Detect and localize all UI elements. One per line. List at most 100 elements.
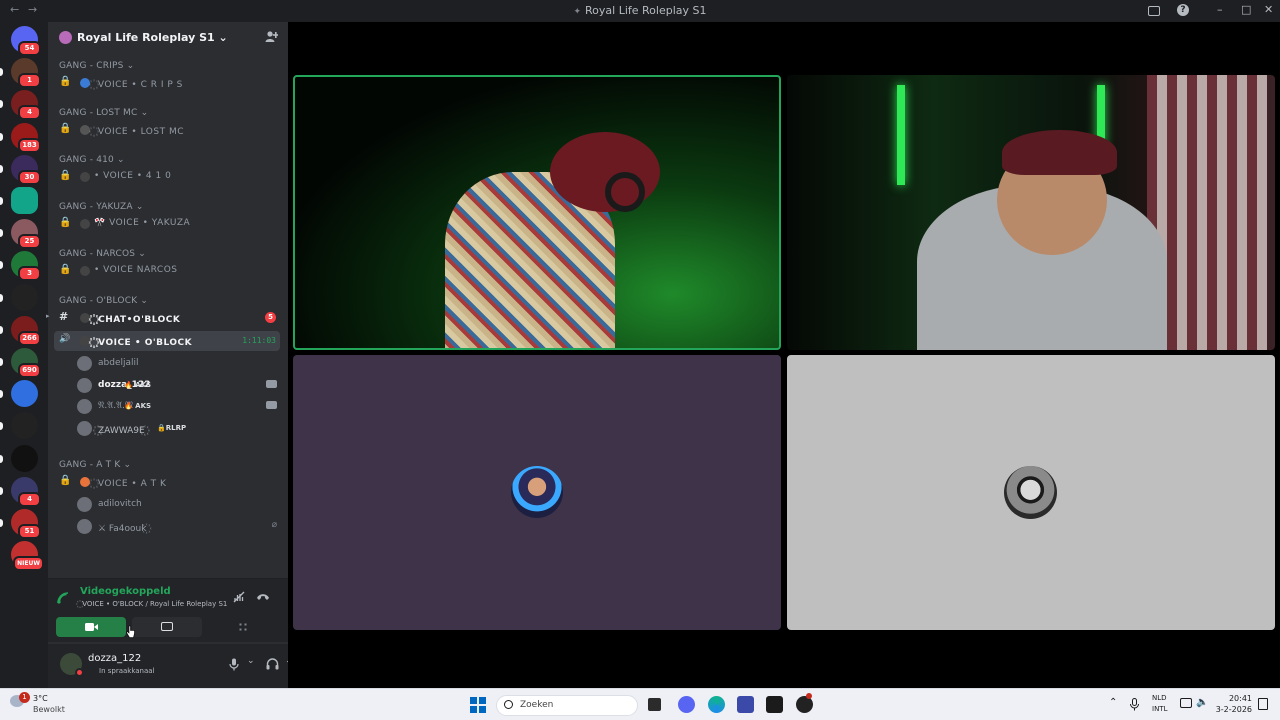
- minimize-button[interactable]: –: [1217, 3, 1223, 16]
- headphones-icon[interactable]: [266, 658, 279, 670]
- voice-member[interactable]: 𝔑.𝔄.𝔄.𝔐 🔥 AKS: [77, 397, 277, 417]
- voice-channel[interactable]: 🔊꙰ VOICE • O'BLOCK 1:11:03: [54, 331, 280, 351]
- network-icon[interactable]: [1180, 698, 1192, 708]
- server-header[interactable]: Royal Life Roleplay S1 ⌄: [48, 22, 288, 54]
- voice-member[interactable]: ꙰ZAWWA9E꙰ 🔒RLRP: [77, 419, 277, 439]
- chevron-down-icon[interactable]: ⌄: [247, 656, 255, 666]
- server-icon-16[interactable]: NIEUW: [11, 541, 44, 572]
- language-top[interactable]: NLD: [1152, 694, 1167, 702]
- participant-tile-3[interactable]: [293, 355, 781, 630]
- server-icon-15[interactable]: 51: [0, 509, 41, 539]
- voice-member[interactable]: dozza_122 🔥 AKS: [77, 376, 277, 396]
- voice-channel[interactable]: 🔒 🎌 VOICE • YAKUZA: [54, 214, 280, 234]
- server-icon-7[interactable]: 3: [0, 251, 41, 282]
- microphone-icon[interactable]: [1130, 698, 1139, 711]
- video-tile-2[interactable]: [787, 75, 1275, 350]
- category-header[interactable]: GANG - NARCOS ⌄: [59, 249, 146, 259]
- category-header[interactable]: GANG - A T K ⌄: [59, 460, 131, 470]
- microphone-icon[interactable]: [229, 658, 239, 671]
- help-icon[interactable]: ?: [1177, 4, 1189, 16]
- voice-member[interactable]: abdeljalil: [77, 354, 277, 374]
- connection-signal-icon[interactable]: [56, 591, 70, 605]
- voice-channel[interactable]: 🔒꙰ VOICE • C R I P S: [54, 73, 280, 93]
- category-header[interactable]: GANG - O'BLOCK ⌄: [59, 296, 148, 306]
- voice-status-title[interactable]: Videogekoppeld: [80, 586, 171, 597]
- video-tile-1[interactable]: [293, 75, 781, 350]
- steam-icon[interactable]: [766, 696, 783, 713]
- unread-pill: [0, 197, 3, 205]
- server-icon-4[interactable]: 30: [0, 154, 41, 185]
- app-icon[interactable]: [737, 696, 754, 713]
- video-camera-icon: [266, 401, 277, 409]
- channel-emoji-icon: [80, 477, 90, 487]
- add-member-icon[interactable]: [265, 30, 278, 43]
- voice-member[interactable]: adilovitch: [77, 495, 277, 515]
- category-header[interactable]: GANG - CRIPS ⌄: [59, 61, 134, 71]
- voice-channel[interactable]: 🔒꙰ VOICE • A T K: [54, 472, 280, 492]
- notification-dot: [806, 693, 812, 699]
- task-view-icon[interactable]: [648, 698, 661, 711]
- server-icon-8[interactable]: [0, 283, 38, 311]
- disconnect-icon[interactable]: [256, 591, 270, 603]
- voice-member[interactable]: ⚔ Fa4oouk꙰ ⌀: [77, 517, 277, 537]
- server-icon-5[interactable]: [0, 187, 38, 214]
- voice-status-subtitle[interactable]: ꙰ VOICE • O'BLOCK / Royal Life Roleplay …: [80, 600, 227, 609]
- participant-tile-4[interactable]: [787, 355, 1275, 630]
- noise-suppression-icon[interactable]: [232, 590, 246, 604]
- edge-icon[interactable]: [708, 696, 725, 713]
- screen-share-button[interactable]: [132, 617, 202, 637]
- lock-icon: 🔒: [59, 217, 72, 228]
- server-icon-6[interactable]: 25: [0, 219, 41, 250]
- home-icon[interactable]: 54: [11, 26, 41, 56]
- language-bottom[interactable]: INTL: [1152, 705, 1167, 713]
- category-header[interactable]: GANG - 410 ⌄: [59, 155, 125, 165]
- mention-badge: NIEUW: [13, 556, 44, 572]
- channel-sidebar: Royal Life Roleplay S1 ⌄ GANG - CRIPS ⌄ 🔒…: [46, 22, 317, 688]
- server-icon-3[interactable]: 183: [0, 122, 41, 153]
- unread-pill: [0, 261, 3, 270]
- server-icon-11[interactable]: [0, 380, 38, 408]
- server-icon-1[interactable]: 1: [0, 58, 41, 89]
- server-icon-10[interactable]: 690: [0, 348, 41, 378]
- category-header[interactable]: GANG - YAKUZA ⌄: [59, 202, 144, 212]
- category-header[interactable]: GANG - LOST MC ⌄: [59, 108, 148, 118]
- channel-label: ꙰ VOICE • LOST MC: [94, 127, 184, 137]
- text-channel[interactable]: #꙰ CHAT•O'BLOCK 5 ▸: [46, 308, 280, 328]
- clock-date[interactable]: 3-2-2026: [1206, 705, 1252, 714]
- activities-button[interactable]: [208, 617, 278, 637]
- channel-emoji-icon: [80, 266, 90, 276]
- chevron-up-icon[interactable]: ⌃: [1109, 697, 1117, 708]
- screen-share-icon: [161, 622, 173, 631]
- member-name: adilovitch: [98, 499, 142, 509]
- unread-pill: [0, 164, 3, 173]
- green-light: [897, 85, 905, 185]
- user-name[interactable]: dozza_122: [88, 653, 141, 664]
- member-name: abdeljalil: [98, 358, 139, 368]
- participant-avatar: [1004, 466, 1057, 519]
- close-button[interactable]: ✕: [1264, 3, 1273, 16]
- server-icon-2[interactable]: 4: [0, 90, 41, 121]
- camera-button[interactable]: [56, 617, 126, 637]
- server-icon-14[interactable]: 4: [0, 476, 41, 507]
- search-input[interactable]: Zoeken: [496, 695, 638, 716]
- video-stage: [288, 22, 1280, 688]
- voice-channel[interactable]: 🔒 • VOICE • 4 1 0: [54, 167, 280, 187]
- mention-badge: 3: [18, 266, 41, 282]
- video-subject-hair: [550, 132, 660, 212]
- member-name: ꙰ZAWWA9E꙰: [98, 425, 145, 436]
- avatar: [77, 518, 92, 534]
- weather-text[interactable]: Bewolkt: [33, 705, 65, 714]
- server-icon-12[interactable]: [0, 412, 38, 440]
- notification-center-icon[interactable]: [1258, 698, 1268, 710]
- start-icon[interactable]: [470, 697, 486, 713]
- server-icon-13[interactable]: [0, 444, 38, 472]
- clock-time[interactable]: 20:41: [1226, 694, 1252, 703]
- voice-channel[interactable]: 🔒꙰ VOICE • LOST MC: [54, 120, 280, 140]
- discord-app-icon[interactable]: [678, 696, 695, 713]
- unread-pill: [0, 68, 3, 77]
- server-icon-9[interactable]: 266: [0, 315, 41, 346]
- voice-channel[interactable]: 🔒 • VOICE NARCOS: [54, 261, 280, 281]
- maximize-button[interactable]: □: [1241, 3, 1251, 16]
- inbox-icon[interactable]: [1148, 6, 1160, 16]
- weather-temp[interactable]: 3°C: [33, 694, 48, 703]
